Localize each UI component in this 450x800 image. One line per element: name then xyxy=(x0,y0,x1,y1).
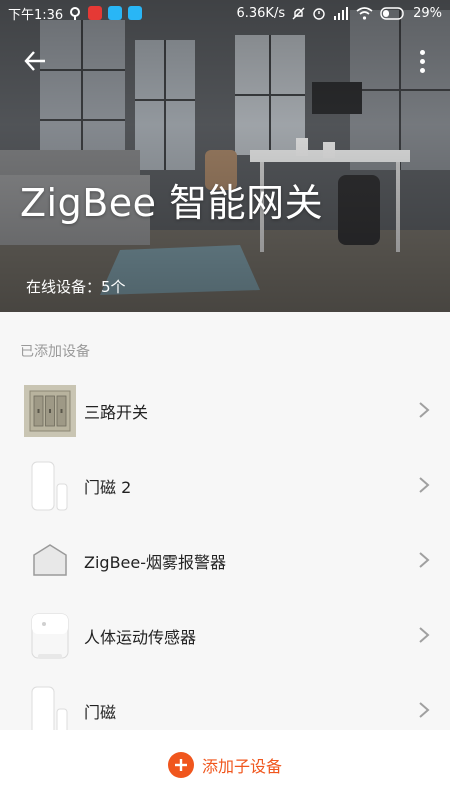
app-toolbar xyxy=(0,40,450,80)
arrow-left-icon xyxy=(24,51,45,71)
chevron-right-icon xyxy=(419,552,430,568)
bottom-action-bar: 添加子设备 xyxy=(0,730,450,800)
more-vert-icon xyxy=(419,49,425,55)
chevron-right-icon xyxy=(419,627,430,643)
alarm-icon xyxy=(312,6,326,20)
app-notification-icon-red xyxy=(88,6,103,20)
motion-sensor-icon xyxy=(24,610,76,662)
app-notification-icon-blue xyxy=(108,6,123,20)
device-name: 三路开关 xyxy=(84,402,149,422)
chevron-right-icon xyxy=(419,702,430,718)
chevron-right-icon xyxy=(419,477,430,493)
status-bar: 下午1:36 6.36K/s 29% xyxy=(0,0,450,26)
device-list: 三路开关 门磁 2 ZigBee-烟雾报警器 人体运动传感器 门磁 xyxy=(0,373,450,748)
add-sub-device-button[interactable]: 添加子设备 xyxy=(167,752,282,778)
back-button[interactable] xyxy=(20,46,50,76)
device-row-triple-switch[interactable]: 三路开关 xyxy=(0,373,450,448)
device-row-motion-sensor[interactable]: 人体运动传感器 xyxy=(0,598,450,673)
triple-switch-icon xyxy=(24,384,76,437)
more-options-button[interactable] xyxy=(412,46,432,76)
door-sensor-icon xyxy=(24,460,76,512)
device-row-door-sensor-2[interactable]: 门磁 2 xyxy=(0,448,450,523)
battery-icon xyxy=(380,6,406,20)
network-speed: 6.36K/s xyxy=(236,5,286,21)
smoke-alarm-icon xyxy=(24,535,76,587)
device-name: ZigBee-烟雾报警器 xyxy=(84,552,227,572)
device-name: 门磁 xyxy=(84,702,117,722)
online-devices-count: 在线设备： 5个 xyxy=(26,276,126,297)
device-row-smoke-alarm[interactable]: ZigBee-烟雾报警器 xyxy=(0,523,450,598)
status-time: 下午1:36 xyxy=(8,7,64,23)
door-sensor-icon xyxy=(24,685,76,737)
chevron-right-icon xyxy=(419,402,430,418)
device-name: 人体运动传感器 xyxy=(84,627,197,647)
plus-icon xyxy=(167,752,194,778)
mute-icon xyxy=(292,7,305,20)
wifi-icon xyxy=(356,6,373,20)
online-count: 5个 xyxy=(101,278,126,296)
search-notification-icon xyxy=(69,6,82,20)
section-header-added-devices: 已添加设备 xyxy=(20,344,90,360)
online-label: 在线设备： xyxy=(26,278,102,296)
device-name: 门磁 2 xyxy=(84,477,132,497)
battery-percent: 29% xyxy=(413,5,442,21)
header-banner: 下午1:36 6.36K/s 29% ZigBee 智能网关 在线设备： 5个 xyxy=(0,0,450,312)
page-title: ZigBee 智能网关 xyxy=(20,181,324,225)
signal-icon xyxy=(333,6,349,20)
app-notification-icon-blue-2 xyxy=(128,6,143,20)
add-sub-device-label: 添加子设备 xyxy=(201,757,282,776)
